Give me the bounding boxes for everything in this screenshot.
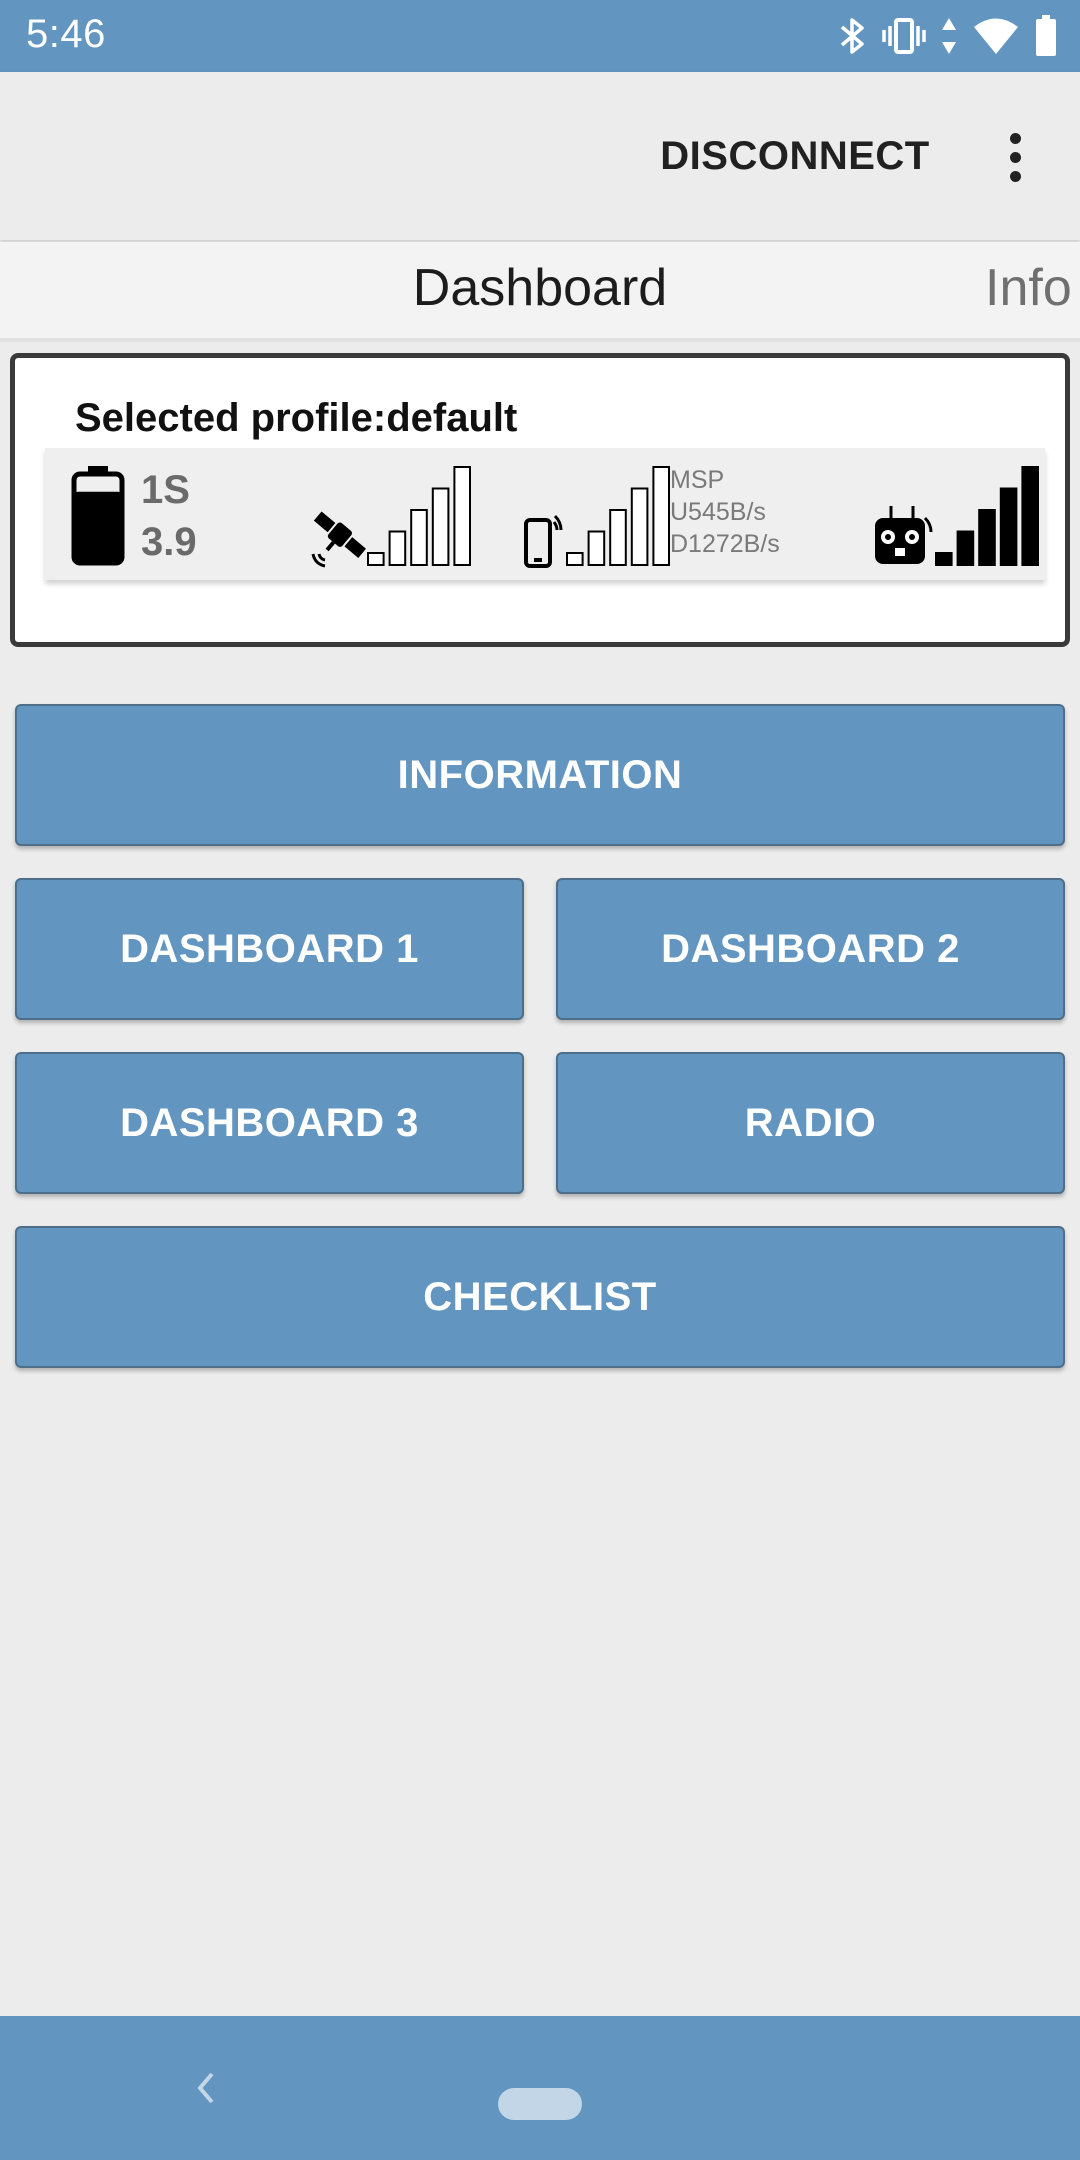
- more-vert-icon[interactable]: [990, 122, 1040, 192]
- battery-level-icon: [71, 464, 125, 571]
- tab-info[interactable]: Info: [985, 258, 1072, 318]
- signal-bar: [630, 487, 649, 566]
- battery-voltage: 3.9: [141, 520, 197, 564]
- signal-bar: [410, 509, 428, 566]
- wifi-icon: [972, 16, 1020, 56]
- rc-transmitter-icon: [871, 504, 933, 573]
- signal-bar: [431, 487, 450, 566]
- checklist-button[interactable]: CHECKLIST: [15, 1226, 1065, 1368]
- status-icons: [838, 14, 1058, 58]
- radio-signal-bars: [935, 466, 1040, 573]
- gps-signal-bars: [367, 466, 472, 573]
- signal-bar: [956, 530, 975, 566]
- link-upload-rate: U545B/s: [670, 498, 766, 526]
- signal-bar: [652, 466, 671, 566]
- tab-strip: Dashboard Info: [0, 242, 1080, 342]
- signal-bar: [1021, 466, 1040, 566]
- dashboard-1-button[interactable]: DASHBOARD 1: [15, 878, 524, 1020]
- link-download-rate: D1272B/s: [670, 530, 780, 558]
- information-button[interactable]: INFORMATION: [15, 704, 1065, 846]
- toolbar: DISCONNECT: [0, 72, 1080, 240]
- status-time: 5:46: [26, 12, 106, 56]
- dashboard-2-button[interactable]: DASHBOARD 2: [556, 878, 1065, 1020]
- link-protocol: MSP: [670, 466, 725, 494]
- radio-button[interactable]: RADIO: [556, 1052, 1065, 1194]
- selected-profile-label: Selected profile:default: [75, 396, 518, 440]
- signal-bar: [453, 466, 472, 566]
- phone-signal-icon: [523, 508, 567, 575]
- bluetooth-icon: [838, 16, 868, 56]
- signal-bar: [388, 530, 407, 566]
- back-chevron-icon[interactable]: [190, 2066, 220, 2115]
- status-bar: 5:46: [0, 0, 1080, 72]
- signal-bar: [367, 552, 385, 566]
- signal-bar: [587, 530, 606, 566]
- telemetry-strip: 1S 3.9 MSP U545B/s D1272B/s: [45, 448, 1045, 580]
- dashboard-3-button[interactable]: DASHBOARD 3: [15, 1052, 524, 1194]
- data-arrows-icon: [940, 16, 958, 56]
- signal-bar: [978, 509, 996, 566]
- satellite-icon: [307, 504, 369, 575]
- battery-cells: 1S: [141, 468, 190, 512]
- home-pill-icon[interactable]: [498, 2088, 582, 2120]
- link-signal-bars: [566, 466, 671, 573]
- battery-icon: [1034, 15, 1058, 57]
- vibrate-icon: [882, 16, 926, 56]
- signal-bar: [566, 552, 584, 566]
- system-nav-bar: [0, 2016, 1080, 2160]
- profile-card: Selected profile:default 1S 3.9 MSP U545…: [10, 353, 1070, 647]
- signal-bar: [999, 487, 1018, 566]
- disconnect-button[interactable]: DISCONNECT: [650, 124, 940, 188]
- signal-bar: [935, 552, 953, 566]
- tab-dashboard[interactable]: Dashboard: [0, 258, 1080, 318]
- signal-bar: [609, 509, 627, 566]
